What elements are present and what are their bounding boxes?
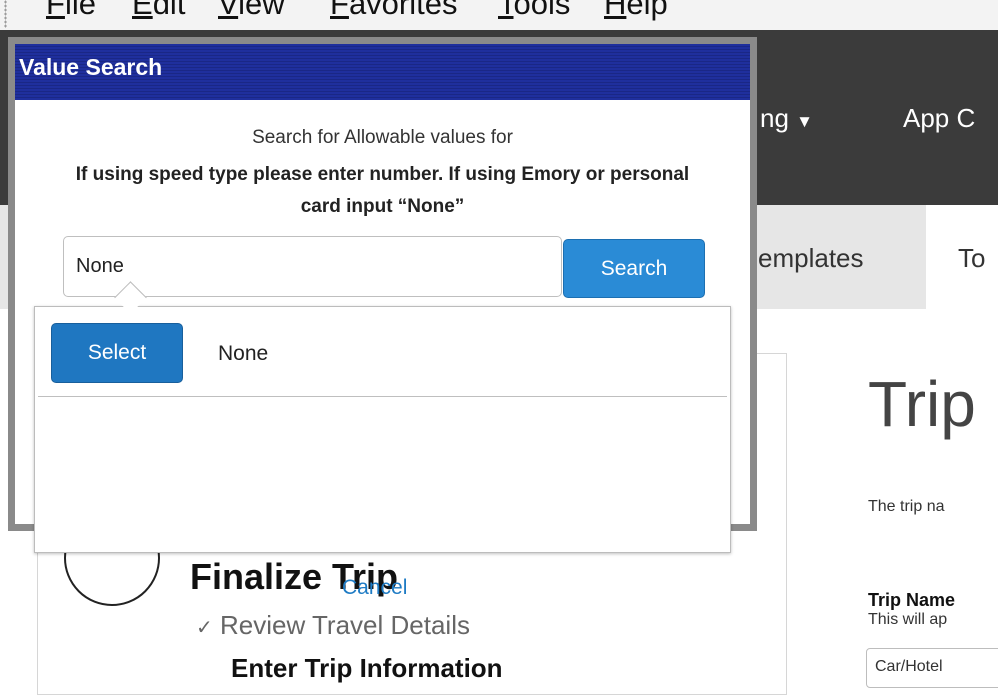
tab-templates[interactable]: emplates [758, 243, 864, 274]
cancel-link[interactable]: Cancel [342, 576, 407, 600]
review-label: Review Travel Details [220, 610, 470, 640]
search-button[interactable]: Search [563, 239, 705, 298]
nav-item-partial[interactable]: ng ▼ [760, 103, 813, 134]
search-prompt: Search for Allowable values for [252, 127, 513, 148]
enter-trip-information-step: Enter Trip Information [231, 653, 503, 683]
review-travel-details-step[interactable]: ✓ Review Travel Details [196, 610, 470, 641]
trip-name-help-text: This will ap [868, 611, 948, 628]
trip-name-label: Trip Name [868, 590, 956, 610]
result-value: None [218, 342, 269, 365]
dialog-titlebar[interactable]: Value Search [15, 44, 750, 100]
checkmark-icon: ✓ [196, 617, 213, 639]
nav-item-label: ng [760, 103, 789, 133]
nav-item-app-center[interactable]: App C [903, 103, 975, 134]
trip-description: The trip na [868, 498, 945, 515]
select-button[interactable]: Select [51, 323, 183, 383]
dialog-title: Value Search [19, 54, 163, 80]
menu-tools[interactable]: Tools [498, 0, 570, 22]
caret-down-icon: ▼ [796, 112, 813, 131]
menu-view[interactable]: View [218, 0, 285, 22]
browser-menubar: File Edit View Favorites Tools Help [0, 0, 998, 30]
search-instructions: If using speed type please enter number.… [75, 164, 690, 217]
menubar-grip-icon [4, 0, 7, 28]
menu-favorites[interactable]: Favorites [330, 0, 457, 22]
tab-to[interactable]: To [958, 243, 985, 274]
trip-name-field[interactable]: Car/Hotel [866, 648, 998, 688]
menu-file[interactable]: File [46, 0, 96, 22]
menu-help[interactable]: Help [604, 0, 668, 22]
page-title: Trip [868, 368, 976, 440]
menu-edit[interactable]: Edit [132, 0, 185, 22]
